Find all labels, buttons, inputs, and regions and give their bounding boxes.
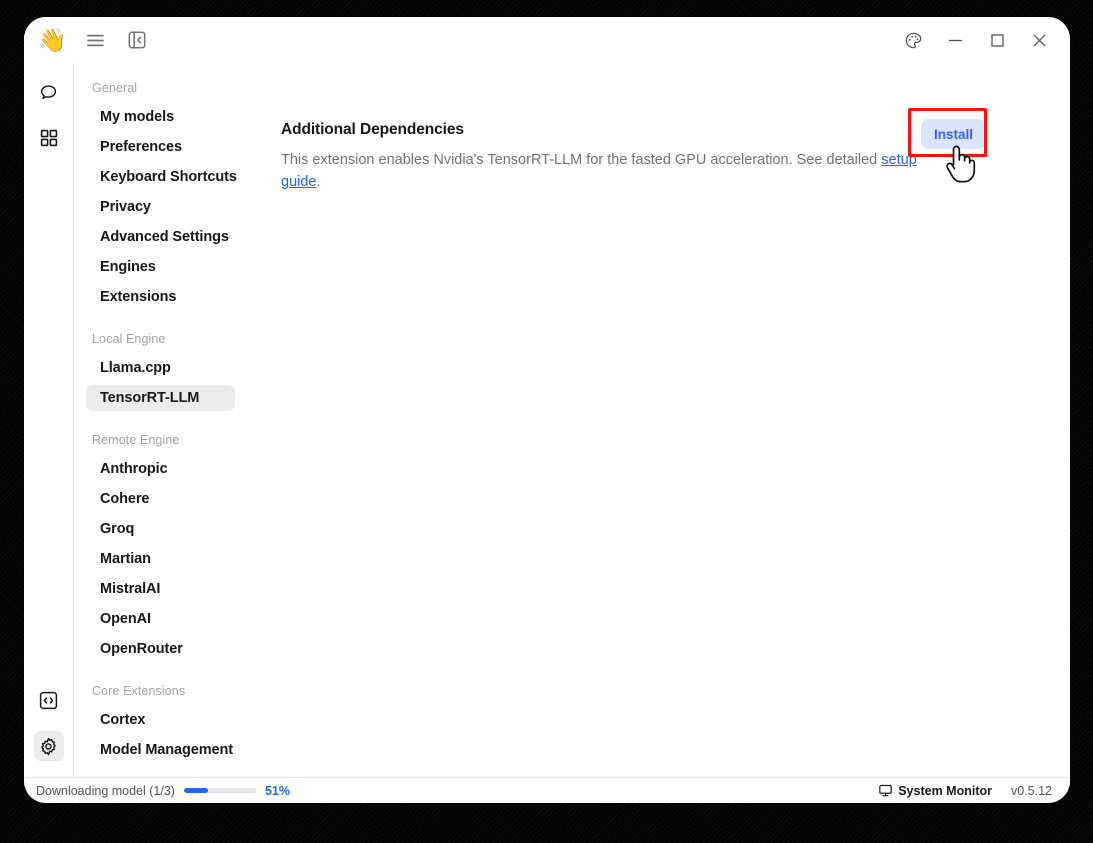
nav-group-heading: Local Engine [92,332,166,346]
description-text-lead: This extension enables Nvidia's TensorRT… [281,152,882,168]
nav-group-remote-engine: Remote Engine Anthropic Cohere Groq Mart… [74,433,245,662]
status-bar: Downloading model (1/3) 51% System Monit… [24,777,1070,803]
sidebar-item-openai[interactable]: OpenAI [86,606,235,632]
install-action-area: Install [908,108,990,183]
sidebar-item-privacy[interactable]: Privacy [86,194,235,220]
sidebar-item-model-management[interactable]: Model Management [86,737,235,763]
sidebar-item-llama-cpp[interactable]: Llama.cpp [86,355,235,381]
sidebar-item-tensorrt-llm[interactable]: TensorRT-LLM [86,385,235,411]
status-bar-right: System Monitor v0.5.12 [879,784,1052,798]
download-progress-bar[interactable] [183,788,256,793]
nav-group-core-extensions: Core Extensions Cortex Model Management [74,684,245,763]
page-title: Additional Dependencies [281,121,464,138]
sidebar-item-cohere[interactable]: Cohere [86,486,235,512]
rail-item-hub[interactable] [34,123,64,153]
monitor-display-icon [879,784,892,797]
system-monitor-label: System Monitor [898,783,992,798]
title-bar: 👋 [24,17,1070,63]
sidebar-item-keyboard-shortcuts[interactable]: Keyboard Shortcuts [86,164,237,190]
sidebar-item-groq[interactable]: Groq [86,516,235,542]
sidebar-item-engines[interactable]: Engines [86,254,235,280]
page-description: This extension enables Nvidia's TensorRT… [281,149,921,194]
sidebar-item-advanced-settings[interactable]: Advanced Settings [86,224,235,250]
settings-sidebar[interactable]: General My models Preferences Keyboard S… [73,63,245,777]
sidebar-item-preferences[interactable]: Preferences [86,134,235,160]
hamburger-menu-icon[interactable] [82,27,108,53]
nav-group-heading: General [92,81,138,95]
install-button[interactable]: Install [921,119,987,149]
sidebar-item-my-models[interactable]: My models [86,104,235,130]
palette-theme-icon[interactable] [902,29,924,51]
app-window: 👋 General My models Preferences Keyboard… [24,17,1070,803]
nav-group-heading: Remote Engine [92,433,180,447]
activity-rail [24,63,73,777]
rail-item-developer[interactable] [34,685,64,715]
window-body: General My models Preferences Keyboard S… [24,63,1070,777]
close-icon[interactable] [1028,29,1050,51]
sidebar-item-openrouter[interactable]: OpenRouter [86,636,235,662]
dependencies-text-block: Additional Dependencies This extension e… [281,121,921,194]
sidebar-item-anthropic[interactable]: Anthropic [86,456,235,482]
system-monitor-button[interactable]: System Monitor [879,784,992,798]
minimize-icon[interactable] [944,29,966,51]
sidebar-item-extensions[interactable]: Extensions [86,284,235,310]
nav-group-local-engine: Local Engine Llama.cpp TensorRT-LLM [74,332,245,411]
rail-item-settings[interactable] [33,731,64,761]
nav-group-heading: Core Extensions [92,684,186,698]
download-progress-fill [183,788,209,793]
description-text-tail: . [316,174,321,191]
app-version-label: v0.5.12 [1010,783,1052,798]
sidebar-item-cortex[interactable]: Cortex [86,707,235,733]
maximize-icon[interactable] [986,29,1008,51]
collapse-left-panel-icon[interactable] [124,27,150,53]
download-status: Downloading model (1/3) 51% [36,784,290,798]
main-content: Additional Dependencies This extension e… [245,63,1070,777]
download-progress-percent: 51% [264,783,290,798]
nav-group-general: General My models Preferences Keyboard S… [74,81,245,310]
dependencies-section: Additional Dependencies This extension e… [281,108,1040,194]
pointing-hand-cursor [943,144,977,184]
sidebar-item-mistralai[interactable]: MistralAI [86,576,235,602]
window-controls [902,29,1070,51]
waving-hand-logo: 👋 [38,26,67,53]
title-bar-left-controls: 👋 [38,27,150,53]
download-status-label: Downloading model (1/3) [36,783,175,798]
sidebar-item-martian[interactable]: Martian [86,546,235,572]
rail-item-chat[interactable] [34,77,64,107]
